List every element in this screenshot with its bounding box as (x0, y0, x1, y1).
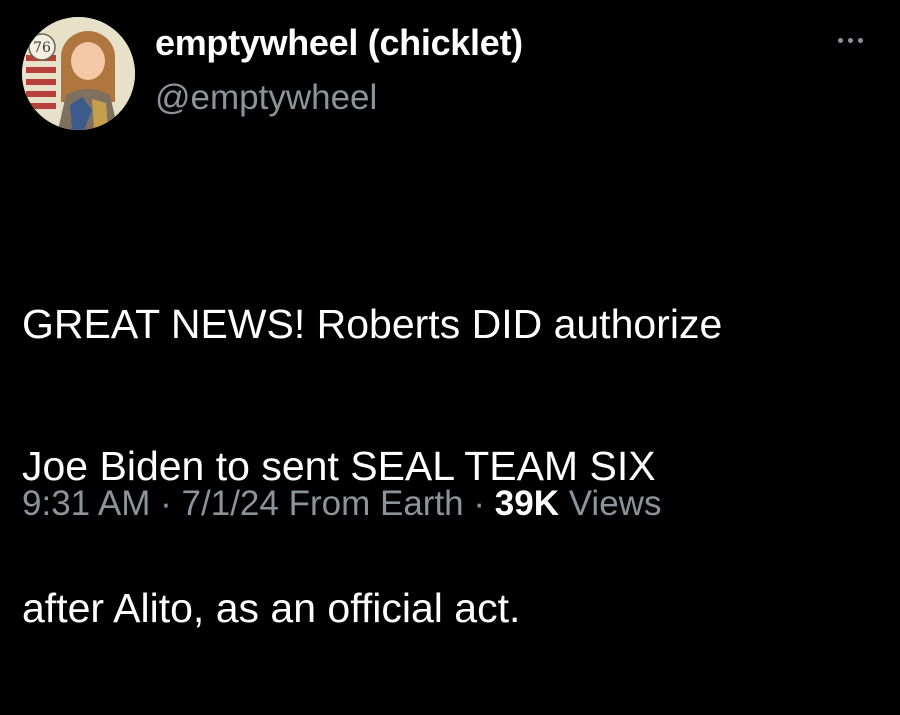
views-count[interactable]: 39K (495, 484, 559, 523)
user-handle[interactable]: @emptywheel (155, 78, 377, 118)
avatar[interactable]: 76 (22, 17, 135, 130)
tweet-meta: 9:31 AM · 7/1/24 From Earth · 39K Views (22, 484, 661, 524)
tweet-text-line: after Alito, as an official act. (22, 585, 521, 631)
display-name[interactable]: emptywheel (chicklet) (155, 22, 523, 64)
tweet-text-line: GREAT NEWS! Roberts DID authorize (22, 301, 723, 347)
avatar-badge: 76 (33, 40, 51, 56)
tweet-source: From Earth (288, 484, 464, 523)
avatar-image: 76 (22, 17, 135, 130)
tweet: 76 emptywheel (chicklet) @emptywheel GRE… (0, 0, 900, 631)
more-horizontal-icon (838, 37, 863, 43)
more-options-button[interactable] (828, 26, 882, 54)
tweet-date[interactable]: 7/1/24 (182, 484, 279, 523)
views-label: Views (568, 484, 662, 523)
tweet-text: GREAT NEWS! Roberts DID authorize Joe Bi… (22, 218, 892, 715)
meta-separator: · (160, 484, 172, 523)
tweet-time[interactable]: 9:31 AM (22, 484, 150, 523)
meta-separator: · (473, 484, 486, 523)
